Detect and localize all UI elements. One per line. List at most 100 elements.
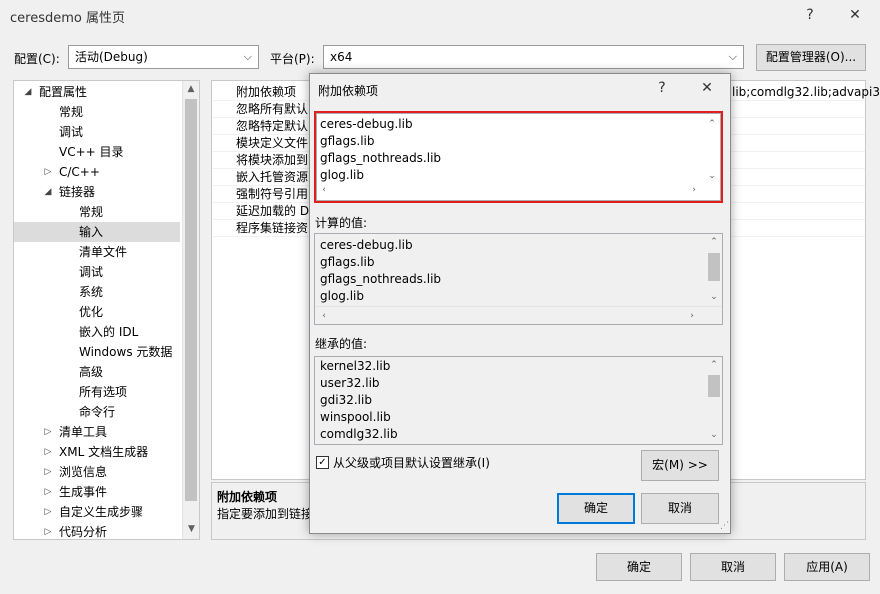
window-title: ceresdemo 属性页 (10, 11, 125, 26)
tree-item[interactable]: ▷ 生成事件 (14, 482, 180, 502)
scroll-left-icon[interactable]: ‹ (317, 182, 331, 198)
tree-item[interactable]: ▷ 清单工具 (14, 422, 180, 442)
dialog-close-icon[interactable]: ✕ (695, 77, 719, 99)
scroll-up-icon[interactable]: ▲ (183, 81, 199, 97)
tree-item-label: 输入 (79, 225, 104, 239)
description-title: 附加依赖项 (217, 490, 278, 504)
tree-item[interactable]: 优化 (14, 302, 180, 322)
scroll-down-icon[interactable]: ⌄ (706, 289, 722, 305)
computed-scroll-thumb[interactable] (708, 253, 720, 281)
scroll-left-icon[interactable]: ‹ (317, 308, 331, 324)
edit-line: glog.lib (320, 168, 365, 182)
tree-item-label: C/C++ (59, 165, 100, 179)
tree-item[interactable]: 嵌入的 IDL (14, 322, 180, 342)
expanded-arrow-icon[interactable]: ◢ (42, 182, 54, 202)
tree-item-label: VC++ 目录 (59, 145, 124, 159)
scroll-down-icon[interactable]: ⌄ (705, 168, 719, 184)
tree-item-label: 系统 (79, 285, 104, 299)
inherited-line: winspool.lib (320, 410, 391, 424)
dialog-cancel-button[interactable]: 取消 (641, 493, 719, 524)
inherited-scrollbar[interactable]: ⌃ ⌄ (706, 357, 722, 444)
tree-item-label: 链接器 (59, 185, 96, 199)
property-name: 忽略所有默认 (236, 102, 309, 116)
collapsed-arrow-icon[interactable]: ▷ (42, 522, 54, 539)
computed-label: 计算的值: (315, 216, 368, 230)
config-value: 活动(Debug) (75, 50, 148, 64)
tree-item[interactable]: 常规 (14, 202, 180, 222)
platform-label: 平台(P): (270, 52, 315, 66)
tree-item[interactable]: 常规 (14, 102, 180, 122)
tree-item[interactable]: 所有选项 (14, 382, 180, 402)
tree-item[interactable]: VC++ 目录 (14, 142, 180, 162)
tree-list: ◢ 配置属性 常规 调试 VC++ 目录 ▷ C/C++ ◢ 链接器 常规 输入 清单文件 调试 系统 优化… (14, 81, 182, 539)
resize-grip-icon[interactable]: ⋰ (720, 521, 729, 531)
tree-item[interactable]: ▷ XML 文档生成器 (14, 442, 180, 462)
property-value: lib;comdlg32.lib;advapi3 (732, 85, 880, 99)
tree-item[interactable]: ▷ 代码分析 (14, 522, 180, 539)
dependencies-edit-box[interactable]: ceres-debug.lib gflags.lib gflags_nothread… (316, 113, 721, 201)
collapsed-arrow-icon[interactable]: ▷ (42, 422, 54, 442)
tree-item[interactable]: ▷ 浏览信息 (14, 462, 180, 482)
tree-item-label: 调试 (59, 125, 84, 139)
scroll-right-icon[interactable]: › (685, 308, 699, 324)
tree-panel: ◢ 配置属性 常规 调试 VC++ 目录 ▷ C/C++ ◢ 链接器 常规 输入 清单文件 调试 系统 优化… (13, 80, 200, 540)
description-text: 指定要添加到链接 (217, 507, 314, 521)
close-icon[interactable]: ✕ (843, 4, 867, 26)
platform-select[interactable]: x64 ⌵ (323, 45, 744, 69)
macro-button[interactable]: 宏(M) >> (641, 450, 719, 481)
scroll-up-icon[interactable]: ⌃ (705, 116, 719, 132)
apply-button[interactable]: 应用(A) (784, 553, 870, 581)
inherit-checkbox[interactable]: ✓ (316, 456, 329, 469)
ok-button[interactable]: 确定 (596, 553, 682, 581)
computed-scrollbar[interactable]: ⌃ ⌄ (706, 234, 722, 306)
expanded-arrow-icon[interactable]: ◢ (22, 82, 34, 102)
tree-item[interactable]: Windows 元数据 (14, 342, 180, 362)
help-icon[interactable]: ? (798, 4, 822, 26)
collapsed-arrow-icon[interactable]: ▷ (42, 502, 54, 522)
collapsed-arrow-icon[interactable]: ▷ (42, 442, 54, 462)
computed-hscrollbar[interactable]: ‹ › (315, 306, 722, 324)
collapsed-arrow-icon[interactable]: ▷ (42, 482, 54, 502)
tree-scroll-thumb[interactable] (185, 99, 197, 501)
property-name: 附加依赖项 (236, 85, 297, 99)
property-name: 嵌入托管资源 (236, 170, 309, 184)
edit-line: ceres-debug.lib (320, 117, 413, 131)
tree-item[interactable]: 命令行 (14, 402, 180, 422)
tree-scrollbar[interactable]: ▲ ▼ (182, 81, 199, 539)
config-manager-button[interactable]: 配置管理器(O)... (756, 44, 866, 71)
property-name: 强制符号引用 (236, 187, 309, 201)
dialog-help-icon[interactable]: ? (650, 77, 674, 99)
tree-item-label: Windows 元数据 (79, 345, 173, 359)
collapsed-arrow-icon[interactable]: ▷ (42, 462, 54, 482)
tree-item[interactable]: 高级 (14, 362, 180, 382)
tree-item[interactable]: ▷ 自定义生成步骤 (14, 502, 180, 522)
scroll-down-icon[interactable]: ▼ (183, 521, 200, 537)
dependencies-edit-text[interactable]: ceres-debug.lib gflags.lib gflags_nothread… (320, 116, 441, 184)
config-select[interactable]: 活动(Debug) ⌵ (68, 45, 259, 69)
inherited-scroll-thumb[interactable] (708, 375, 720, 397)
tree-item[interactable]: 系统 (14, 282, 180, 302)
scroll-down-icon[interactable]: ⌄ (706, 427, 722, 443)
tree-item[interactable]: 清单文件 (14, 242, 180, 262)
cancel-button[interactable]: 取消 (690, 553, 776, 581)
inherited-line: user32.lib (320, 376, 380, 390)
property-name: 程序集链接资 (236, 221, 309, 235)
tree-item[interactable]: 调试 (14, 122, 180, 142)
collapsed-arrow-icon[interactable]: ▷ (42, 162, 54, 182)
inherit-checkbox-label[interactable]: 从父级或项目默认设置继承(I) (333, 454, 490, 471)
property-name: 模块定义文件 (236, 136, 309, 150)
tree-item-label: 自定义生成步骤 (59, 505, 144, 519)
scroll-up-icon[interactable]: ⌃ (706, 357, 722, 373)
property-name: 延迟加载的 D (236, 204, 310, 218)
scroll-right-icon[interactable]: › (687, 182, 701, 198)
inherited-values-text: kernel32.lib user32.lib gdi32.lib winspool.… (320, 358, 398, 443)
tree-item[interactable]: ◢ 配置属性 (14, 82, 180, 102)
tree-item[interactable]: ◢ 链接器 (14, 182, 180, 202)
tree-item[interactable]: ▷ C/C++ (14, 162, 180, 182)
scroll-up-icon[interactable]: ⌃ (706, 234, 722, 250)
computed-values-box: ceres-debug.lib gflags.lib gflags_nothread… (314, 233, 723, 325)
dialog-ok-button[interactable]: 确定 (557, 493, 635, 524)
computed-line: glog.lib (320, 289, 365, 303)
tree-item[interactable]: 调试 (14, 262, 180, 282)
tree-item[interactable]: 输入 (14, 222, 180, 242)
